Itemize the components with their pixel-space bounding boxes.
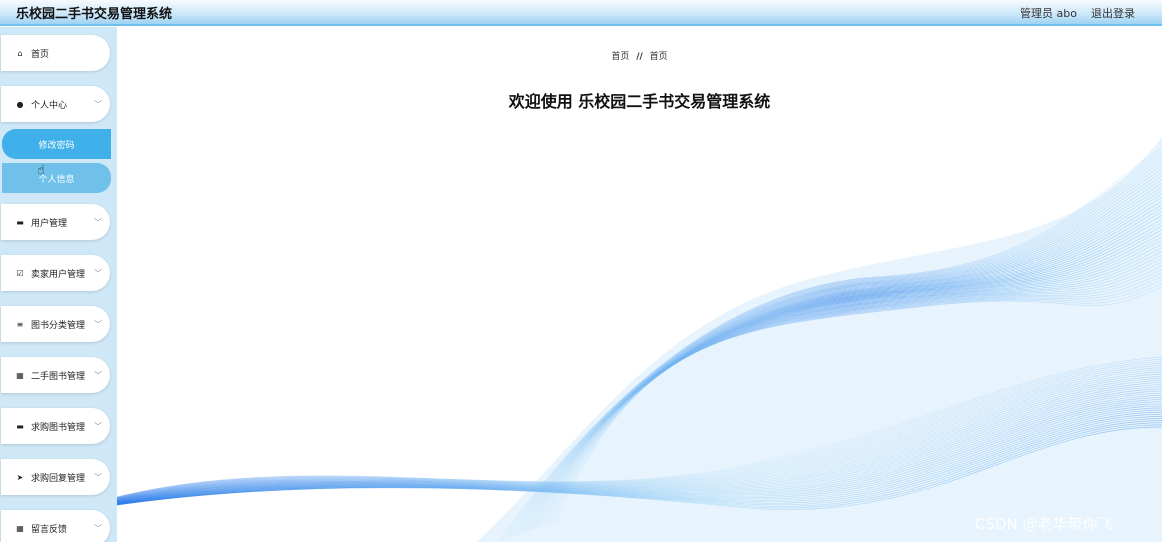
sidebar-item-label: 卖家用户管理	[31, 269, 86, 280]
watermark-text: CSDN @老华带你飞	[975, 515, 1113, 533]
logout-link[interactable]: 退出登录	[1091, 5, 1135, 21]
chevron-down-icon: ﹀	[94, 523, 102, 533]
home-icon: ⌂	[17, 48, 23, 58]
sidebar-item-label: 留言反馈	[31, 524, 68, 535]
list-icon: ≡	[16, 319, 24, 329]
app-title: 乐校园二手书交易管理系统	[16, 7, 173, 22]
wave-fill	[477, 137, 1162, 542]
sidebar-item-wanted-reply-management[interactable]: ➤ 求购回复管理 ﹀	[1, 459, 110, 495]
main-content: 首页 // 首页 欢迎使用 乐校园二手书交易管理系统 CSDN @老华带你飞	[117, 27, 1162, 542]
chevron-down-icon: ﹀	[94, 319, 102, 329]
sidebar-item-label: 个人中心	[31, 100, 68, 111]
chevron-down-icon: ﹀	[94, 217, 102, 227]
sidebar-item-label: 二手图书管理	[31, 371, 86, 382]
sidebar-subitem-personal-info[interactable]: 个人信息	[2, 163, 111, 193]
chevron-down-icon: ﹀	[94, 472, 102, 482]
user-icon: ●	[16, 99, 24, 109]
chevron-down-icon: ﹀	[94, 268, 102, 278]
breadcrumb-current: 首页	[649, 52, 668, 62]
breadcrumb-separator: //	[636, 52, 643, 62]
breadcrumb: 首页 // 首页	[117, 49, 1162, 62]
sidebar-item-label: 首页	[31, 49, 50, 60]
sidebar-item-home[interactable]: ⌂ 首页	[1, 35, 110, 71]
sidebar-item-personal-center[interactable]: ● 个人中心 ﹀	[1, 86, 110, 122]
sidebar-item-label: 用户管理	[31, 218, 68, 229]
sidebar-item-label: 求购图书管理	[31, 422, 86, 433]
chevron-down-icon: ﹀	[94, 421, 102, 431]
sidebar-item-seller-management[interactable]: ☑ 卖家用户管理 ﹀	[1, 255, 110, 291]
sidebar-item-label: 求购回复管理	[31, 473, 86, 484]
chevron-down-icon: ﹀	[94, 370, 102, 380]
grid-icon: ▦	[16, 523, 24, 533]
chevron-down-icon: ﹀	[94, 99, 102, 109]
top-bar: 乐校园二手书交易管理系统 管理员 abo 退出登录	[0, 0, 1162, 26]
sidebar-item-label: 图书分类管理	[31, 320, 86, 331]
welcome-heading: 欢迎使用 乐校园二手书交易管理系统	[508, 92, 771, 111]
sidebar-subitem-change-password[interactable]: 修改密码	[2, 129, 111, 159]
admin-user-label: 管理员 abo	[1020, 7, 1077, 20]
sidebar-item-user-management[interactable]: ▬ 用户管理 ﹀	[1, 204, 110, 240]
hand-cursor-icon: ☝	[37, 163, 45, 178]
sidebar-item-feedback[interactable]: ▦ 留言反馈 ﹀	[1, 510, 110, 542]
checkbox-icon: ☑	[16, 268, 24, 278]
sidebar: ⌂ 首页 ● 个人中心 ﹀ 修改密码 个人信息 ▬ 用户管理 ﹀ ☑ 卖家用户管…	[0, 27, 117, 542]
monitor-icon: ▬	[16, 217, 24, 227]
sidebar-item-book-category-management[interactable]: ≡ 图书分类管理 ﹀	[1, 306, 110, 342]
breadcrumb-home[interactable]: 首页	[611, 52, 629, 62]
grid-icon: ▦	[16, 370, 24, 380]
send-icon: ➤	[16, 472, 24, 482]
sidebar-item-wanted-book-management[interactable]: ▬ 求购图书管理 ﹀	[1, 408, 110, 444]
sidebar-item-used-book-management[interactable]: ▦ 二手图书管理 ﹀	[1, 357, 110, 393]
sidebar-subitem-label: 修改密码	[38, 140, 75, 151]
chat-icon: ▬	[16, 421, 24, 431]
